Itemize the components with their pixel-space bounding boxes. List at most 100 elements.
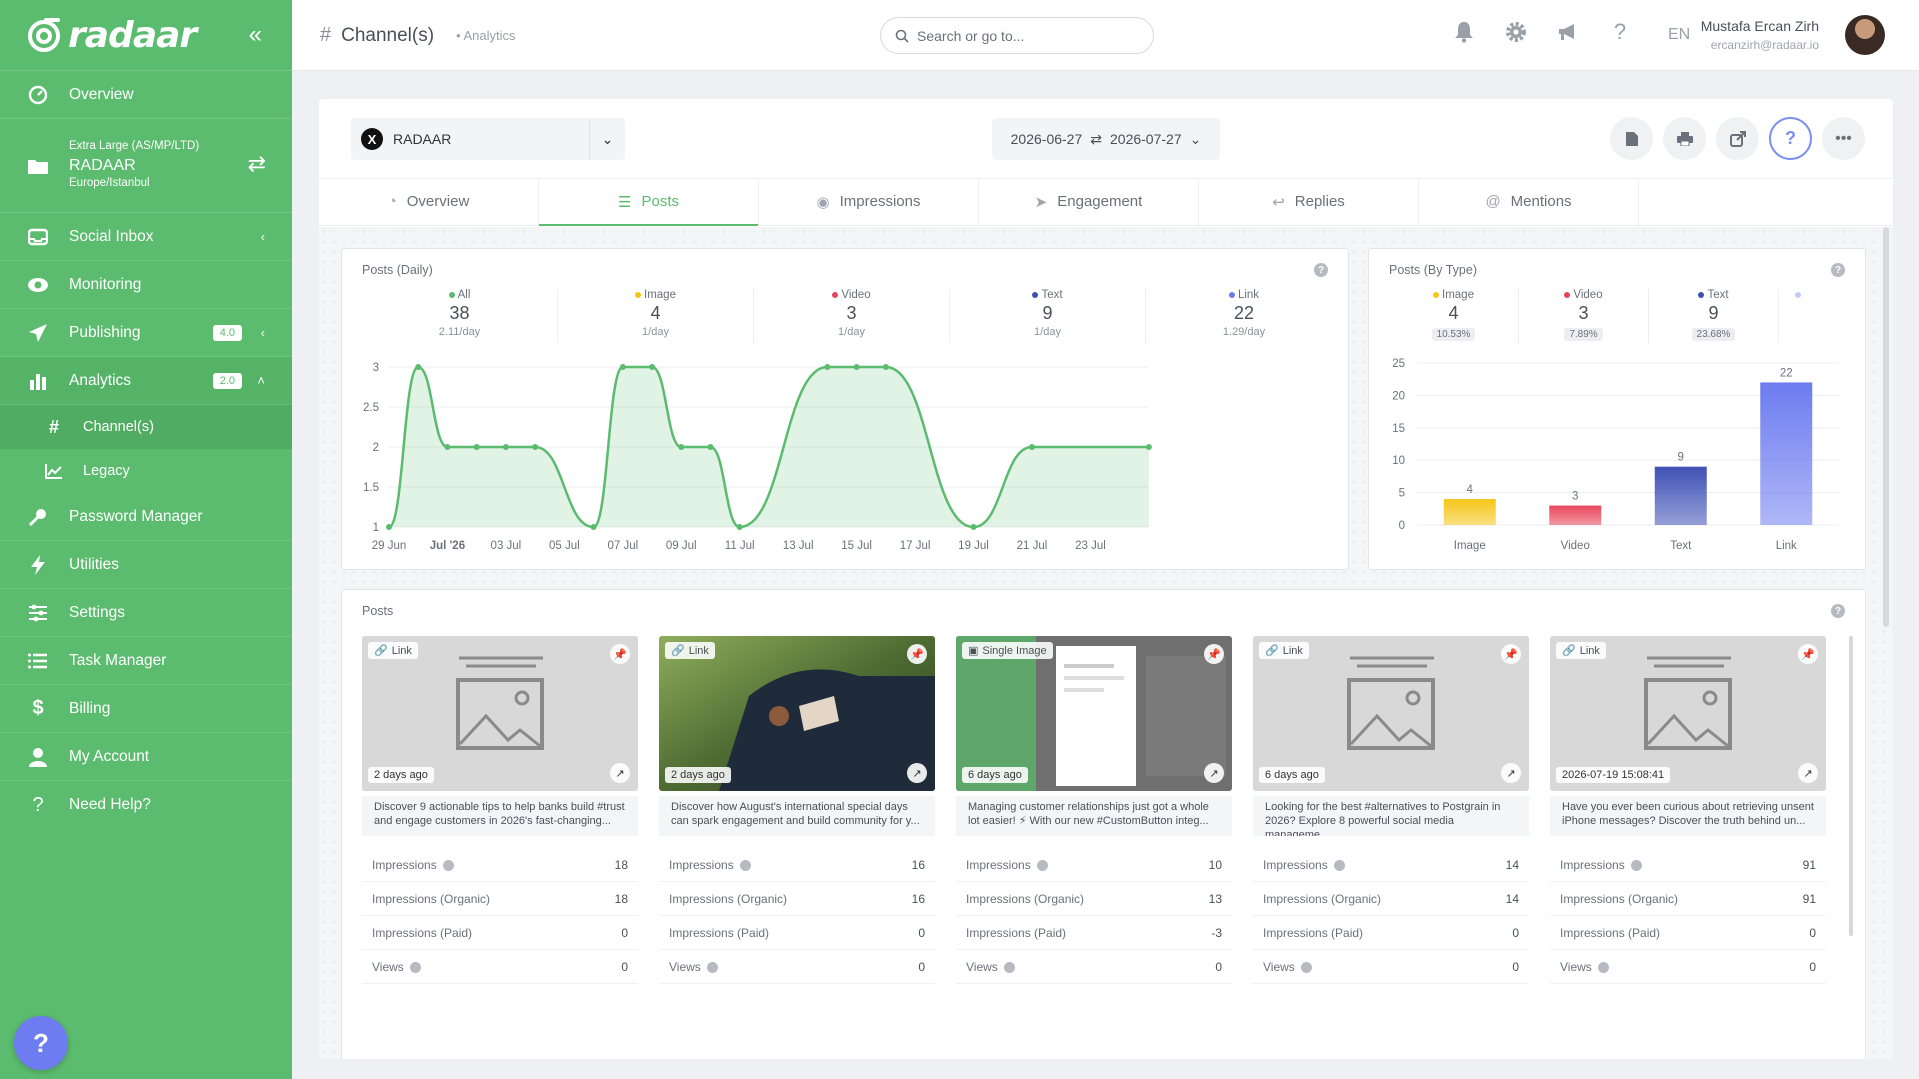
bar-video	[1549, 505, 1602, 525]
post-card[interactable]: 🔗 Link 📌 2 days ago ↗ Discover 9 actionable t…	[362, 636, 638, 984]
sidebar-item-monitoring[interactable]: Monitoring	[0, 261, 292, 309]
avatar[interactable]	[1845, 15, 1885, 55]
megaphone-icon[interactable]	[1556, 20, 1580, 44]
bell-icon[interactable]	[1452, 20, 1476, 44]
post-thumbnail[interactable]: 🔗 Link 📌 2 days ago ↗	[362, 636, 638, 791]
question-icon: ?	[32, 793, 44, 816]
external-link-icon[interactable]: ↗	[610, 763, 630, 783]
radaar-logo-icon	[28, 18, 60, 52]
external-link-icon[interactable]: ↗	[907, 763, 927, 783]
sidebar-item-publishing[interactable]: Publishing 4.0 ‹	[0, 309, 292, 357]
external-link-icon[interactable]: ↗	[1501, 763, 1521, 783]
metric-label: Impressions (Paid)	[966, 925, 1067, 940]
search-input[interactable]: Search or go to...	[880, 17, 1154, 54]
tab-engagement[interactable]: ➤ Engagement	[979, 178, 1199, 225]
logo[interactable]: radaar	[24, 15, 197, 56]
tab-impressions[interactable]: ◉ Impressions	[759, 178, 979, 225]
share-button[interactable]	[1716, 117, 1759, 160]
export-pdf-button[interactable]	[1610, 117, 1653, 160]
info-icon[interactable]	[1003, 961, 1015, 973]
info-icon[interactable]: ?	[1831, 604, 1845, 618]
info-icon[interactable]	[1036, 859, 1048, 871]
sidebar-item-billing[interactable]: $ Billing	[0, 685, 292, 733]
swap-icon[interactable]: ⇄	[248, 151, 266, 177]
tab-overview[interactable]: ◔ Overview	[319, 178, 539, 225]
eye-icon: ◉	[816, 193, 830, 211]
post-thumbnail[interactable]: 🔗 Link 📌 2 days ago ↗	[659, 636, 935, 791]
pin-icon[interactable]: 📌	[1798, 644, 1818, 664]
gear-icon[interactable]	[1504, 20, 1528, 44]
info-icon[interactable]	[1333, 859, 1345, 871]
x-tick-label: 13 Jul	[783, 540, 814, 552]
tab-posts[interactable]: ☰ Posts	[539, 178, 759, 226]
tab-label: Overview	[406, 193, 470, 210]
page-scrollbar[interactable]	[1883, 227, 1889, 627]
info-icon[interactable]	[1300, 961, 1312, 973]
collapse-sidebar-icon[interactable]: «	[249, 23, 262, 47]
metric-label: Impressions (Organic)	[1263, 891, 1382, 906]
post-card[interactable]: 🔗 Link 📌 6 days ago ↗ Looking for the best #a…	[1253, 636, 1529, 984]
sidebar-item-overview[interactable]: Overview	[0, 71, 292, 119]
stat-value: 3	[1578, 303, 1589, 323]
stat-label: Text	[1041, 289, 1063, 301]
post-type-tag: ▣ Single Image	[962, 642, 1053, 659]
pin-icon[interactable]: 📌	[1204, 644, 1224, 664]
post-text: Have you ever been curious about retriev…	[1550, 796, 1826, 836]
post-thumbnail[interactable]: 🔗 Link 📌 2026-07-19 15:08:41 ↗	[1550, 636, 1826, 791]
pin-icon[interactable]: 📌	[907, 644, 927, 664]
help-icon[interactable]: ?	[1608, 19, 1632, 44]
date-range-picker[interactable]: 2026-06-27 ⇄ 2026-07-27 ⌄	[992, 118, 1220, 160]
share-icon	[1729, 130, 1746, 147]
user-info[interactable]: Mustafa Ercan Zirh ercanzirh@radaar.io	[1701, 17, 1819, 53]
info-icon[interactable]	[739, 859, 751, 871]
info-icon[interactable]: ?	[1831, 263, 1845, 277]
info-icon[interactable]	[706, 961, 718, 973]
external-link-icon[interactable]: ↗	[1798, 763, 1818, 783]
info-icon[interactable]	[1597, 961, 1609, 973]
y-tick-label: 3	[373, 362, 379, 374]
topbar-icons: ?	[1452, 19, 1632, 44]
tab-replies[interactable]: ↩ Replies	[1199, 178, 1419, 225]
sidebar-item-password-manager[interactable]: Password Manager	[0, 493, 292, 541]
info-icon[interactable]	[409, 961, 421, 973]
sidebar-subitem-channels[interactable]: # Channel(s)	[0, 405, 292, 449]
data-point	[502, 444, 509, 450]
more-button[interactable]: •••	[1822, 117, 1865, 160]
metric-value: 18	[614, 857, 628, 872]
metric-row: Views 0	[362, 950, 638, 984]
sidebar-item-my-account[interactable]: My Account	[0, 733, 292, 781]
data-point	[736, 524, 743, 530]
post-card[interactable]: ▣ Single Image 📌 6 days ago ↗ Managing custom…	[956, 636, 1232, 984]
sidebar-item-task-manager[interactable]: Task Manager	[0, 637, 292, 685]
breadcrumb-parent[interactable]: • Analytics	[456, 28, 515, 43]
help-button[interactable]: ?	[1769, 117, 1812, 160]
info-icon[interactable]	[442, 859, 454, 871]
sidebar-item-analytics[interactable]: Analytics 2.0 ˄	[0, 357, 292, 405]
metric-value: 0	[621, 959, 628, 974]
sidebar-item-need-help[interactable]: ? Need Help?	[0, 781, 292, 829]
pin-icon[interactable]: 📌	[610, 644, 630, 664]
post-card[interactable]: 🔗 Link 📌 2 days ago ↗ Discover how August's i…	[659, 636, 935, 984]
info-icon[interactable]	[1630, 859, 1642, 871]
account-select[interactable]: X RADAAR ⌄	[351, 118, 625, 160]
post-thumbnail[interactable]: 🔗 Link 📌 6 days ago ↗	[1253, 636, 1529, 791]
pin-icon[interactable]: 📌	[1501, 644, 1521, 664]
help-fab-button[interactable]: ?	[14, 1016, 68, 1070]
print-button[interactable]	[1663, 117, 1706, 160]
post-card[interactable]: 🔗 Link 📌 2026-07-19 15:08:41 ↗ Have you ever …	[1550, 636, 1826, 984]
external-link-icon[interactable]: ↗	[1204, 763, 1224, 783]
bolt-icon	[27, 554, 49, 576]
tab-mentions[interactable]: @ Mentions	[1419, 178, 1639, 225]
scrollbar[interactable]	[1849, 636, 1853, 936]
language-selector[interactable]: EN	[1668, 26, 1690, 44]
metric-row: Impressions (Paid) 0	[362, 916, 638, 950]
account-switcher[interactable]: Extra Large (AS/MP/LTD) RADAAR Europe/Is…	[0, 119, 292, 213]
sidebar-item-social-inbox[interactable]: Social Inbox ‹	[0, 213, 292, 261]
sidebar-item-settings[interactable]: Settings	[0, 589, 292, 637]
sidebar-item-utilities[interactable]: Utilities	[0, 541, 292, 589]
stat-rate: 1/day	[1034, 326, 1061, 338]
sidebar-subitem-legacy[interactable]: Legacy	[0, 449, 292, 493]
chevron-down-icon[interactable]: ⌄	[589, 118, 625, 160]
post-thumbnail[interactable]: ▣ Single Image 📌 6 days ago ↗	[956, 636, 1232, 791]
info-icon[interactable]: ?	[1314, 263, 1328, 277]
